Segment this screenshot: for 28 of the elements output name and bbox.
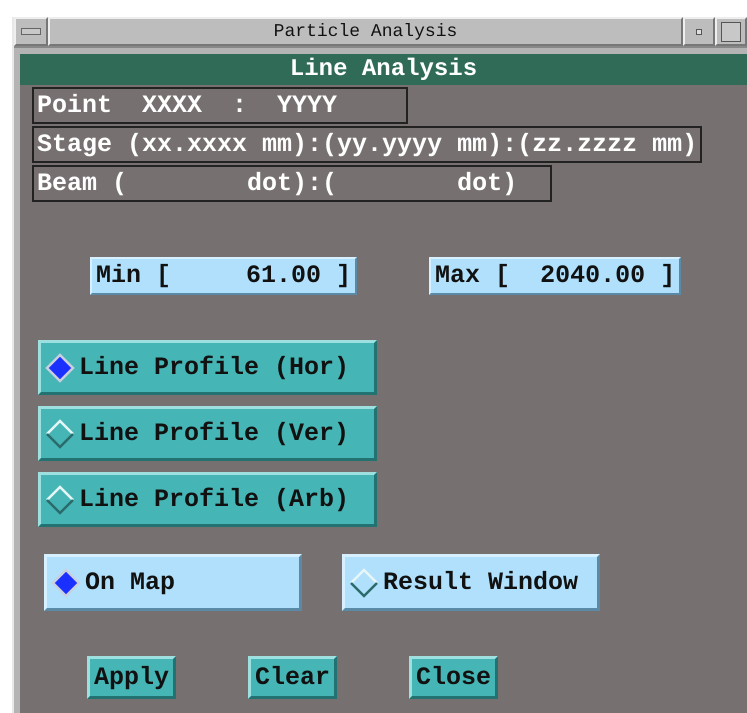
info-readout: Beam ( dot):( dot) xyxy=(32,165,552,202)
radio-option[interactable]: Line Profile (Arb) xyxy=(38,472,377,527)
radio-icon[interactable] xyxy=(45,484,75,514)
radio-icon[interactable] xyxy=(45,418,75,448)
push-button[interactable]: Clear xyxy=(248,656,338,699)
option-label: On Map xyxy=(85,566,176,599)
push-button[interactable]: Close xyxy=(409,656,498,699)
option-label: Line Profile (Hor) xyxy=(79,352,350,384)
option-label: Result Window xyxy=(383,566,578,599)
range-field[interactable]: Max [ 2040.00 ] xyxy=(429,257,682,295)
radio-icon[interactable] xyxy=(51,568,81,598)
push-button[interactable]: Apply xyxy=(87,656,176,699)
range-field[interactable]: Min [ 61.00 ] xyxy=(90,257,358,295)
radio-option[interactable]: Line Profile (Ver) xyxy=(38,406,377,461)
radio-icon[interactable] xyxy=(45,352,75,382)
minimize-icon[interactable] xyxy=(696,28,702,34)
maximize-icon[interactable] xyxy=(721,22,741,42)
panel-header: Line Analysis xyxy=(20,54,747,85)
option-label: Line Profile (Ver) xyxy=(79,418,350,450)
radio-icon[interactable] xyxy=(349,568,379,598)
radio-option[interactable]: Line Profile (Hor) xyxy=(38,340,377,395)
option-label: Line Profile (Arb) xyxy=(79,484,350,516)
radio-option[interactable]: Result Window xyxy=(342,554,600,611)
window-title: Particle Analysis xyxy=(48,17,683,46)
radio-option[interactable]: On Map xyxy=(44,554,302,611)
window-menu-icon[interactable] xyxy=(21,28,41,35)
info-readout: Point XXXX : YYYY xyxy=(32,87,408,124)
info-readout: Stage (xx.xxxx mm):(yy.yyyy mm):(zz.zzzz mm) xyxy=(32,126,702,163)
